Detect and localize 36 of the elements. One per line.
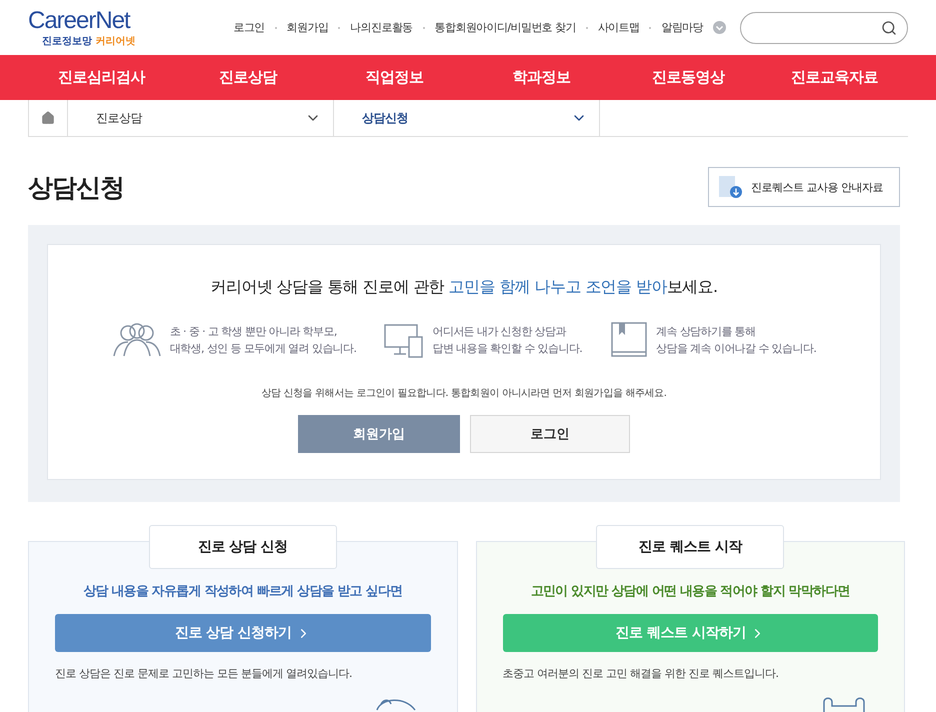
book-icon bbox=[610, 322, 648, 358]
login-button[interactable]: 로그인 bbox=[470, 415, 630, 453]
home-icon[interactable] bbox=[41, 111, 55, 125]
intro-headline: 커리어넷 상담을 통해 진로에 관한 고민을 함께 나누고 조언을 받아보세요. bbox=[210, 277, 718, 298]
top-link[interactable]: 로그인 bbox=[233, 20, 265, 35]
top-link[interactable]: 사이트맵 bbox=[598, 20, 640, 35]
devices-icon bbox=[384, 322, 424, 358]
feature-text: 계속 상담하기를 통해 상담을 계속 이어나갈 수 있습니다. bbox=[656, 324, 816, 357]
nav-item[interactable]: 직업정보 bbox=[321, 55, 468, 100]
guide-button[interactable]: 진로퀘스트 교사용 안내자료 bbox=[708, 167, 900, 207]
card-headline: 고민이 있지만 상담에 어떤 내용을 적어야 할지 막막하다면 bbox=[530, 583, 850, 600]
feature-text: 어디서든 내가 신청한 상담과 답변 내용을 확인할 수 있습니다. bbox=[432, 324, 582, 357]
breadcrumb-dropdown[interactable]: 진로상담 bbox=[68, 100, 334, 136]
login-notice: 상담 신청을 위해서는 로그인이 필요합니다. 통합회원이 아니시라면 먼저 회원가입을 해주세요. bbox=[262, 387, 666, 400]
card-headline: 상담 내용을 자유롭게 작성하여 빠르게 상담을 받고 싶다면 bbox=[83, 583, 402, 600]
people-icon bbox=[112, 322, 162, 358]
nav-item[interactable]: 진로동영상 bbox=[614, 55, 762, 100]
page-title: 상담신청 bbox=[28, 172, 124, 204]
top-link[interactable]: 회원가입 bbox=[286, 20, 328, 35]
nav-item[interactable]: 진로심리검사 bbox=[28, 55, 175, 100]
nav-item[interactable]: 진로교육자료 bbox=[761, 55, 908, 100]
search-icon[interactable] bbox=[881, 20, 897, 36]
nav-item[interactable]: 진로상담 bbox=[174, 55, 322, 100]
logo-tagline: 진로정보망 커리어넷 bbox=[41, 34, 136, 48]
document-download-icon bbox=[717, 175, 743, 199]
card-description: 초중고 여러분의 진로 고민 해결을 위한 진로 퀘스트입니다. bbox=[502, 666, 778, 681]
brand-logo[interactable]: CareerNet bbox=[28, 8, 148, 34]
breadcrumb-dropdown[interactable]: 상담신청 bbox=[334, 100, 600, 136]
search-field[interactable] bbox=[740, 12, 908, 44]
top-link[interactable]: 통합회원아이디/비밀번호 찾기 bbox=[434, 20, 576, 35]
nav-item[interactable]: 학과정보 bbox=[468, 55, 615, 100]
top-link[interactable]: 나의진로활동 bbox=[350, 20, 413, 35]
feature-text: 초 · 중 · 고 학생 뿐만 아니라 학부모, 대학생, 성인 등 모두에게 열려 있습니다. bbox=[170, 324, 356, 357]
chevron-circle-icon[interactable] bbox=[713, 21, 726, 34]
top-link[interactable]: 알림마당 bbox=[661, 20, 703, 35]
card-description: 진로 상담은 진로 문제로 고민하는 모든 분들에게 열려있습니다. bbox=[55, 666, 352, 681]
